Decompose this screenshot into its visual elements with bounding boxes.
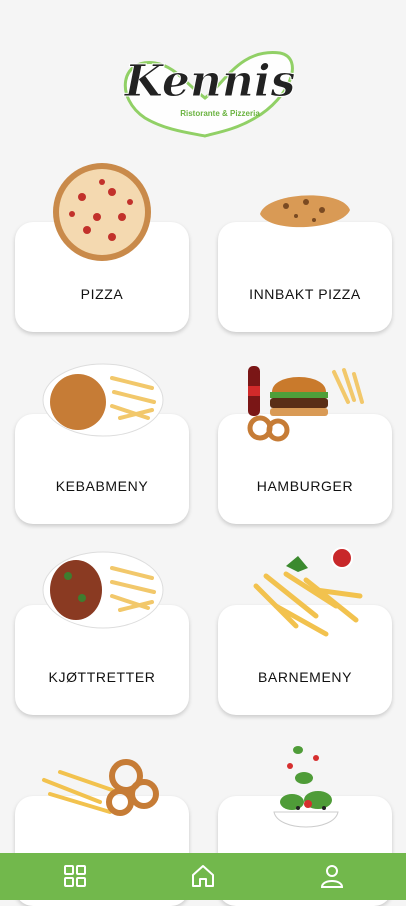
category-label: BARNEMENY [257,669,353,685]
category-label: KEBABMENY [55,478,149,494]
grid-icon[interactable] [62,863,88,889]
salad-image [273,746,339,828]
user-icon[interactable] [319,863,345,889]
category-card-innbakt-pizza[interactable]: INNBAKT PIZZA [218,222,392,332]
category-label: KJØTTRETTER [48,669,156,685]
category-label: INNBAKT PIZZA [249,286,361,302]
onion-rings-image [42,759,159,816]
home-icon[interactable] [190,863,216,889]
category-label: PIZZA [80,286,124,302]
bottom-navigation [0,853,406,900]
kebab-plate-image [42,363,164,437]
hamburger-image [247,366,364,442]
meat-plate-image [42,551,164,629]
fries-image [253,547,363,637]
category-label: HAMBURGER [256,478,354,494]
pizza-image [53,163,151,261]
calzone-image [260,195,350,228]
